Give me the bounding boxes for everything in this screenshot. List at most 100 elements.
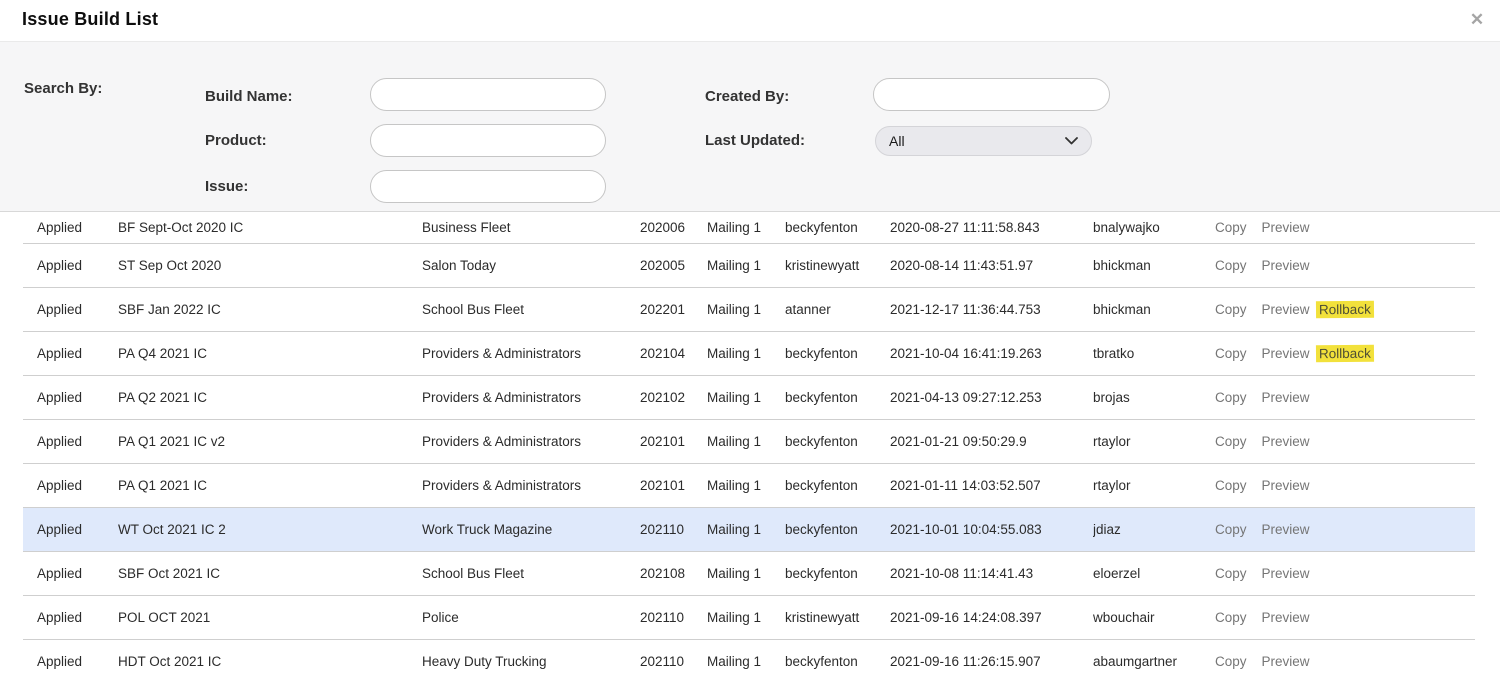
preview-link[interactable]: Preview	[1262, 220, 1310, 235]
build-name-cell: HDT Oct 2021 IC	[118, 654, 422, 669]
product-cell: School Bus Fleet	[422, 566, 640, 581]
table-row[interactable]: AppliedWT Oct 2021 IC 2Work Truck Magazi…	[23, 507, 1475, 551]
table-row[interactable]: AppliedPOL OCT 2021Police202110Mailing 1…	[23, 595, 1475, 639]
preview-link[interactable]: Preview	[1262, 566, 1310, 581]
created-by-cell: beckyfenton	[785, 478, 890, 493]
build-name-cell: SBF Jan 2022 IC	[118, 302, 422, 317]
created-by-cell: atanner	[785, 302, 890, 317]
modal-header: Issue Build List ✕	[0, 0, 1500, 42]
row-actions: Copy Preview	[1208, 258, 1475, 273]
mailing-cell: Mailing 1	[700, 220, 785, 235]
issue-input[interactable]	[370, 170, 606, 203]
issue-cell: 202101	[640, 434, 700, 449]
build-name-cell: BF Sept-Oct 2020 IC	[118, 220, 422, 235]
issue-cell: 202005	[640, 258, 700, 273]
updated-by-cell: eloerzel	[1093, 566, 1208, 581]
copy-link[interactable]: Copy	[1215, 390, 1247, 405]
product-cell: Heavy Duty Trucking	[422, 654, 640, 669]
table-row[interactable]: AppliedST Sep Oct 2020Salon Today202005M…	[23, 243, 1475, 287]
last-updated-selected-value: All	[889, 133, 1065, 149]
table-row[interactable]: AppliedPA Q2 2021 ICProviders & Administ…	[23, 375, 1475, 419]
table-row[interactable]: AppliedHDT Oct 2021 ICHeavy Duty Truckin…	[23, 639, 1475, 683]
row-actions: Copy Preview	[1208, 434, 1475, 449]
created-by-cell: beckyfenton	[785, 654, 890, 669]
table-row[interactable]: AppliedPA Q1 2021 IC v2Providers & Admin…	[23, 419, 1475, 463]
created-by-cell: beckyfenton	[785, 346, 890, 361]
mailing-cell: Mailing 1	[700, 346, 785, 361]
rollback-link[interactable]: Rollback	[1315, 345, 1373, 363]
status-cell: Applied	[23, 302, 118, 317]
build-name-cell: POL OCT 2021	[118, 610, 422, 625]
copy-link[interactable]: Copy	[1215, 566, 1247, 581]
created-by-cell: kristinewyatt	[785, 258, 890, 273]
status-cell: Applied	[23, 220, 118, 235]
table-row[interactable]: AppliedBF Sept-Oct 2020 ICBusiness Fleet…	[23, 212, 1475, 243]
build-name-label: Build Name:	[205, 88, 293, 105]
preview-link[interactable]: Preview	[1262, 522, 1310, 537]
product-cell: Providers & Administrators	[422, 390, 640, 405]
copy-link[interactable]: Copy	[1215, 478, 1247, 493]
status-cell: Applied	[23, 258, 118, 273]
preview-link[interactable]: Preview	[1262, 654, 1310, 669]
updated-by-cell: jdiaz	[1093, 522, 1208, 537]
copy-link[interactable]: Copy	[1215, 346, 1247, 361]
mailing-cell: Mailing 1	[700, 258, 785, 273]
product-cell: Providers & Administrators	[422, 434, 640, 449]
copy-link[interactable]: Copy	[1215, 302, 1247, 317]
preview-link[interactable]: Preview	[1262, 390, 1310, 405]
last-updated-select[interactable]: All	[875, 126, 1092, 156]
preview-link[interactable]: Preview	[1262, 478, 1310, 493]
issue-cell: 202201	[640, 302, 700, 317]
mailing-cell: Mailing 1	[700, 566, 785, 581]
issue-cell: 202108	[640, 566, 700, 581]
updated-by-cell: abaumgartner	[1093, 654, 1208, 669]
last-updated-cell: 2021-10-01 10:04:55.083	[890, 522, 1093, 537]
created-by-cell: beckyfenton	[785, 522, 890, 537]
created-by-input[interactable]	[873, 78, 1110, 111]
updated-by-cell: rtaylor	[1093, 434, 1208, 449]
row-actions: Copy Preview	[1208, 654, 1475, 669]
rollback-link[interactable]: Rollback	[1315, 301, 1373, 319]
preview-link[interactable]: Preview	[1262, 434, 1310, 449]
created-by-cell: beckyfenton	[785, 390, 890, 405]
table-row[interactable]: AppliedSBF Jan 2022 ICSchool Bus Fleet20…	[23, 287, 1475, 331]
issue-cell: 202104	[640, 346, 700, 361]
copy-link[interactable]: Copy	[1215, 258, 1247, 273]
build-name-cell: PA Q2 2021 IC	[118, 390, 422, 405]
page-title: Issue Build List	[22, 9, 158, 30]
status-cell: Applied	[23, 478, 118, 493]
build-name-cell: SBF Oct 2021 IC	[118, 566, 422, 581]
table-row[interactable]: AppliedPA Q4 2021 ICProviders & Administ…	[23, 331, 1475, 375]
table-row[interactable]: AppliedPA Q1 2021 ICProviders & Administ…	[23, 463, 1475, 507]
row-actions: Copy Preview Rollback	[1208, 345, 1475, 362]
row-actions: Copy Preview	[1208, 220, 1475, 235]
close-icon[interactable]: ✕	[1466, 9, 1488, 31]
product-cell: School Bus Fleet	[422, 302, 640, 317]
table-row[interactable]: AppliedSBF Oct 2021 ICSchool Bus Fleet20…	[23, 551, 1475, 595]
created-by-cell: beckyfenton	[785, 434, 890, 449]
updated-by-cell: rtaylor	[1093, 478, 1208, 493]
status-cell: Applied	[23, 610, 118, 625]
build-name-cell: ST Sep Oct 2020	[118, 258, 422, 273]
preview-link[interactable]: Preview	[1262, 258, 1310, 273]
row-actions: Copy Preview	[1208, 566, 1475, 581]
copy-link[interactable]: Copy	[1215, 434, 1247, 449]
preview-link[interactable]: Preview	[1262, 610, 1310, 625]
product-input[interactable]	[370, 124, 606, 157]
created-by-cell: beckyfenton	[785, 220, 890, 235]
copy-link[interactable]: Copy	[1215, 654, 1247, 669]
updated-by-cell: bnalywajko	[1093, 220, 1208, 235]
build-name-input[interactable]	[370, 78, 606, 111]
status-cell: Applied	[23, 566, 118, 581]
copy-link[interactable]: Copy	[1215, 220, 1247, 235]
copy-link[interactable]: Copy	[1215, 522, 1247, 537]
product-cell: Work Truck Magazine	[422, 522, 640, 537]
chevron-down-icon	[1065, 137, 1078, 145]
product-label: Product:	[205, 132, 267, 149]
copy-link[interactable]: Copy	[1215, 610, 1247, 625]
created-by-cell: kristinewyatt	[785, 610, 890, 625]
updated-by-cell: brojas	[1093, 390, 1208, 405]
issue-cell: 202006	[640, 220, 700, 235]
preview-link[interactable]: Preview	[1262, 302, 1310, 317]
preview-link[interactable]: Preview	[1262, 346, 1310, 361]
